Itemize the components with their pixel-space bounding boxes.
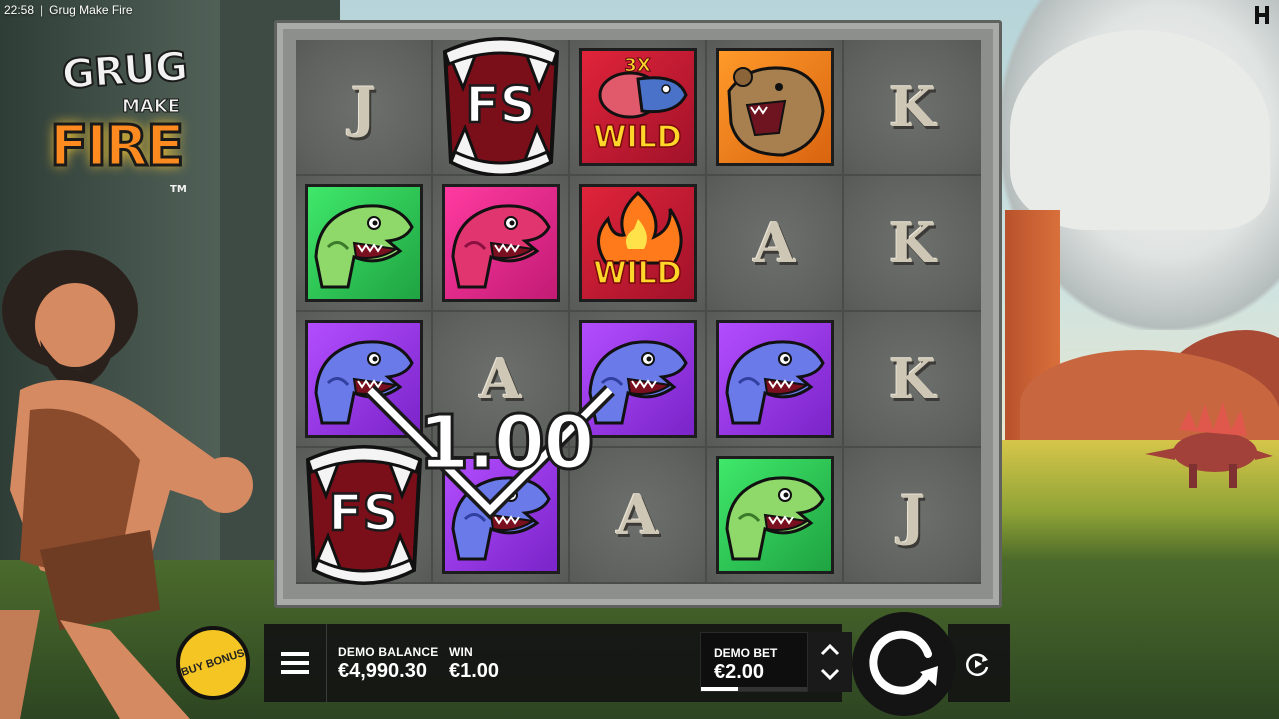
win-label: WIN	[449, 645, 473, 659]
bet-value: €2.00	[714, 661, 765, 683]
chevron-down-icon	[820, 668, 840, 680]
reel-cell: K	[844, 40, 981, 176]
card-symbol: J	[899, 483, 926, 547]
reel-cell	[433, 176, 570, 312]
stegosaurus	[1145, 402, 1273, 488]
reel-cell: WILD	[570, 176, 707, 312]
bet-display: DEMO BET €2.00	[700, 632, 808, 692]
card-symbol: K	[889, 211, 936, 275]
green-dino-icon	[715, 456, 834, 574]
reel-cell: J	[296, 40, 433, 176]
reel-cell	[707, 40, 844, 176]
win-amount-overlay: 1.00	[417, 399, 597, 488]
purple-dino-icon	[578, 320, 697, 438]
status-bar: 22:58 | Grug Make Fire	[4, 3, 133, 17]
bear-icon	[715, 48, 834, 166]
reel-cell	[296, 312, 433, 448]
mushroom-tree-cap	[1010, 30, 1270, 230]
logo-word-grug: GRUG	[60, 43, 190, 100]
reel-cell: 3X WILD	[570, 40, 707, 176]
bet-level-fill	[701, 687, 739, 691]
free-spins-label: FS	[327, 483, 400, 544]
menu-line-icon	[281, 652, 309, 656]
card-symbol: K	[889, 347, 936, 411]
wild-multiplier: 3X	[624, 55, 651, 77]
game-logo: GRUG MAKE FIRE TM	[46, 43, 212, 218]
wild-symbol: 3X WILD	[578, 48, 697, 166]
reel-grid: J FS 3X WILD K WILD A K A K FS A J	[296, 37, 981, 585]
buy-bonus-label: BUY BONUS	[179, 647, 247, 679]
reel-cell: J	[844, 448, 981, 584]
wild-symbol: WILD	[578, 184, 697, 302]
wild-label: WILD	[593, 119, 683, 156]
balance-label: DEMO BALANCE	[338, 645, 439, 659]
reel-cell: K	[844, 312, 981, 448]
panel-divider	[326, 624, 327, 702]
card-symbol: A	[753, 211, 796, 275]
menu-line-icon	[281, 661, 309, 665]
free-spins-scatter: FS	[435, 32, 567, 182]
buy-bonus-button[interactable]: BUY BONUS	[176, 626, 250, 700]
spin-icon	[869, 630, 938, 695]
free-spins-scatter: FS	[298, 440, 430, 590]
bet-label: DEMO BET	[714, 646, 778, 660]
reel-cell: FS	[296, 445, 433, 585]
autoplay-icon	[966, 653, 989, 677]
logo-word-fire: FIRE	[48, 113, 185, 181]
reel-cell	[707, 448, 844, 584]
bet-increase-button[interactable]	[819, 641, 841, 659]
card-symbol: J	[350, 75, 377, 139]
wild-label: WILD	[593, 255, 683, 292]
provider-logo-icon	[1253, 4, 1271, 26]
reel-cell: K	[844, 176, 981, 312]
clock: 22:58	[4, 3, 35, 17]
green-dino-icon	[304, 184, 423, 302]
status-separator: |	[40, 3, 44, 17]
autoplay-button[interactable]	[962, 648, 994, 680]
reel-cell: FS	[433, 37, 570, 177]
menu-line-icon	[281, 670, 309, 674]
reel-cell	[296, 176, 433, 312]
reel-cell	[707, 312, 844, 448]
bet-adjuster	[808, 632, 852, 692]
purple-dino-icon	[304, 320, 423, 438]
card-symbol: K	[889, 75, 936, 139]
balance-display: DEMO BALANCE €4,990.30	[338, 645, 438, 683]
game-title: Grug Make Fire	[49, 3, 133, 17]
win-value: €1.00	[449, 660, 500, 682]
bet-level-track	[701, 687, 807, 691]
balance-value: €4,990.30	[338, 660, 427, 682]
menu-button[interactable]	[264, 624, 326, 702]
free-spins-label: FS	[464, 75, 537, 136]
win-display: WIN €1.00	[449, 645, 499, 683]
chevron-up-icon	[820, 644, 840, 656]
logo-trademark: TM	[170, 184, 187, 195]
bet-decrease-button[interactable]	[819, 665, 841, 683]
card-symbol: A	[616, 483, 659, 547]
pink-dino-icon	[441, 184, 560, 302]
purple-dino-icon	[715, 320, 834, 438]
reel-cell: A	[707, 176, 844, 312]
spin-button[interactable]	[852, 612, 956, 716]
